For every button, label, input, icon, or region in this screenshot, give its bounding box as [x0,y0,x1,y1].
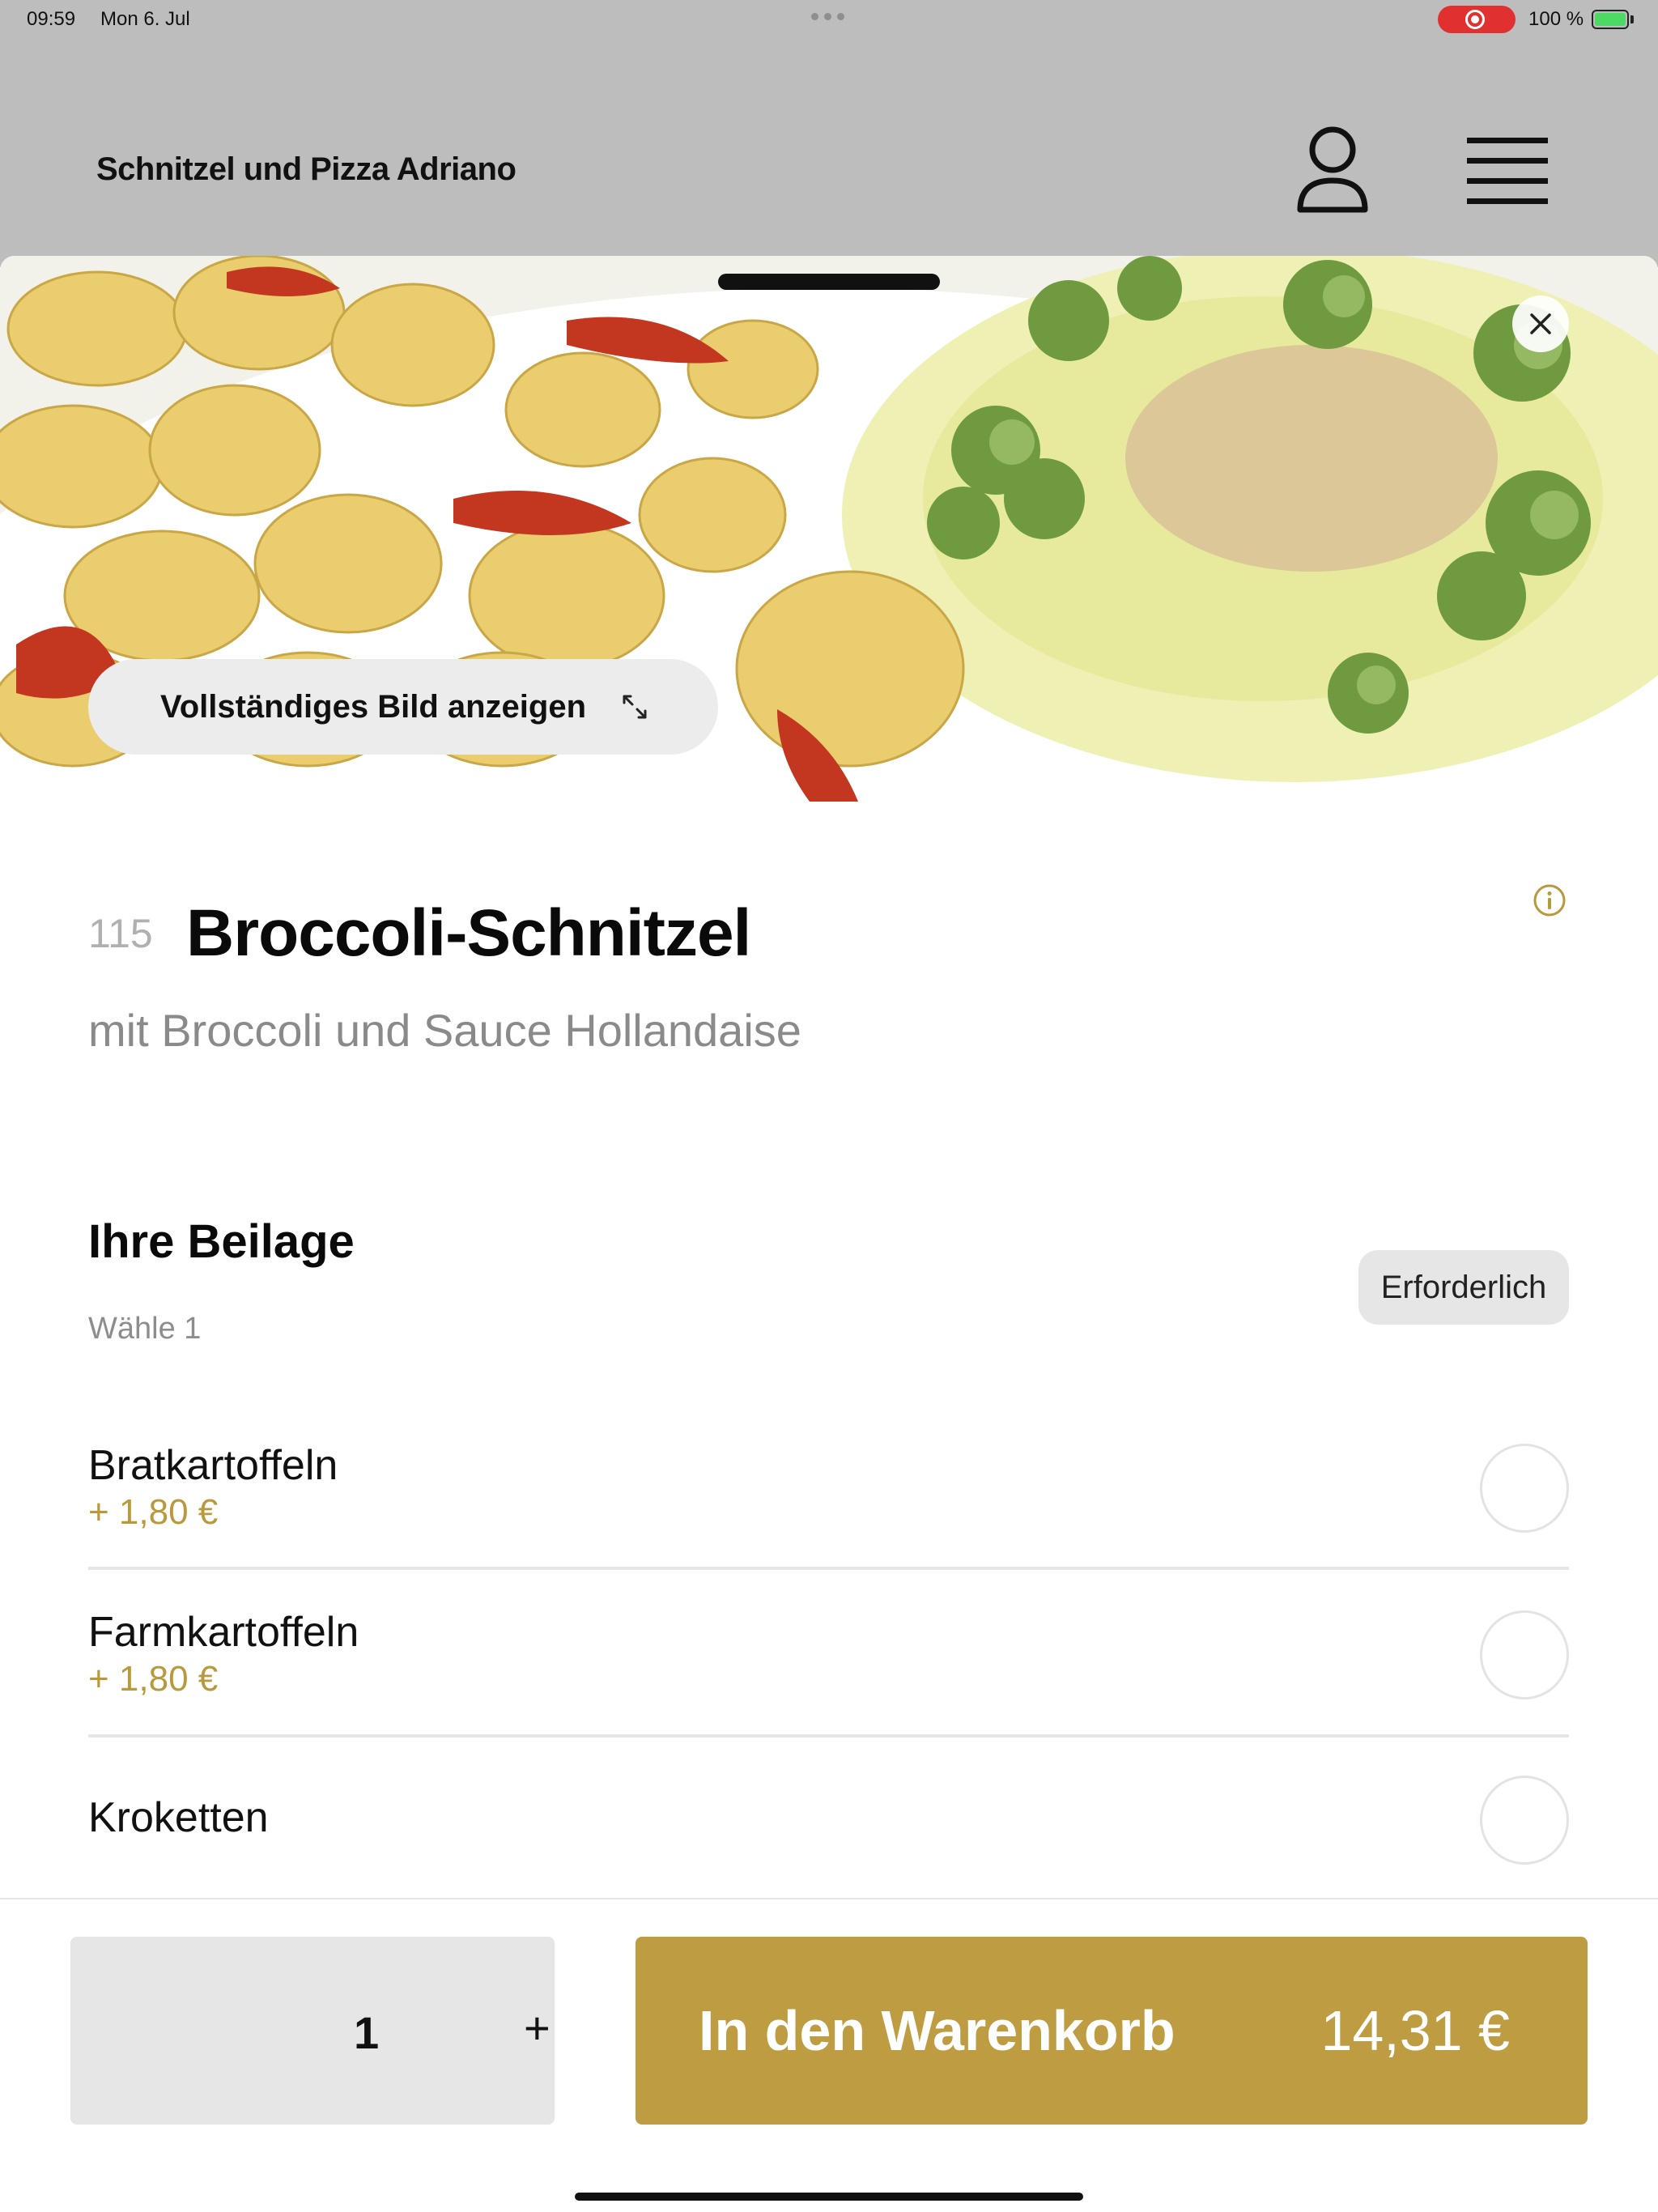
close-icon [1530,313,1551,334]
status-bar: 09:59 Mon 6. Jul 100 % [0,0,1658,39]
close-button[interactable] [1512,296,1569,352]
view-full-image-button[interactable]: Vollständiges Bild anzeigen [88,659,718,755]
side-option-radio[interactable] [1480,1610,1569,1699]
bottom-action-bar: 1 + In den Warenkorb 14,31 € [0,1898,1658,2212]
item-name: Broccoli-Schnitzel [186,896,751,970]
item-detail-page: 09:59 Mon 6. Jul 100 % Schnitzel und Piz… [0,0,1658,2212]
side-option-radio[interactable] [1480,1444,1569,1533]
sheet-grabber[interactable] [718,274,940,290]
quantity-stepper: 1 + [70,1937,555,2125]
multitasking-dots-icon[interactable] [811,13,847,23]
side-option-name: Bratkartoffeln [88,1442,338,1489]
divider [88,1734,1569,1738]
side-option-radio[interactable] [1480,1776,1569,1865]
divider [88,1567,1569,1570]
record-icon [1465,10,1485,29]
side-option-name: Farmkartoffeln [88,1609,359,1656]
view-full-image-label: Vollständiges Bild anzeigen [160,688,587,725]
quantity-value: 1 [354,2007,380,2058]
side-option-price: + 1,80 € [88,1659,219,1699]
home-indicator[interactable] [575,2193,1083,2201]
cart-total-price: 14,31 € [1320,1999,1510,2062]
side-option-bratkartoffeln[interactable]: Bratkartoffeln + 1,80 € [88,1433,1569,1563]
side-option-farmkartoffeln[interactable]: Farmkartoffeln + 1,80 € [88,1600,1569,1729]
side-option-price: + 1,80 € [88,1492,219,1532]
status-time: 09:59 [27,8,76,30]
screen-recording-indicator [1438,6,1516,33]
status-date: Mon 6. Jul [100,8,190,30]
hamburger-menu-icon[interactable] [1467,136,1548,206]
add-to-cart-button[interactable]: In den Warenkorb 14,31 € [636,1937,1588,2125]
item-description: mit Broccoli und Sauce Hollandaise [88,1005,801,1056]
side-dish-section-title: Ihre Beilage [88,1215,355,1268]
battery-cap [1630,15,1634,23]
info-icon[interactable] [1533,883,1567,917]
side-dish-section-subtitle: Wähle 1 [88,1312,202,1346]
item-number: 115 [88,911,153,956]
quantity-increase-button[interactable]: + [524,2001,551,2054]
dimmed-background [0,0,1658,267]
expand-icon [623,695,647,719]
user-icon[interactable] [1294,125,1371,216]
battery-icon [1592,10,1629,29]
required-badge: Erforderlich [1358,1250,1569,1325]
side-option-kroketten[interactable]: Kroketten [88,1773,1569,1878]
side-option-name: Kroketten [88,1794,269,1841]
add-to-cart-label: In den Warenkorb [699,1999,1175,2062]
battery-percentage: 100 % [1528,8,1584,30]
restaurant-name: Schnitzel und Pizza Adriano [96,151,517,187]
